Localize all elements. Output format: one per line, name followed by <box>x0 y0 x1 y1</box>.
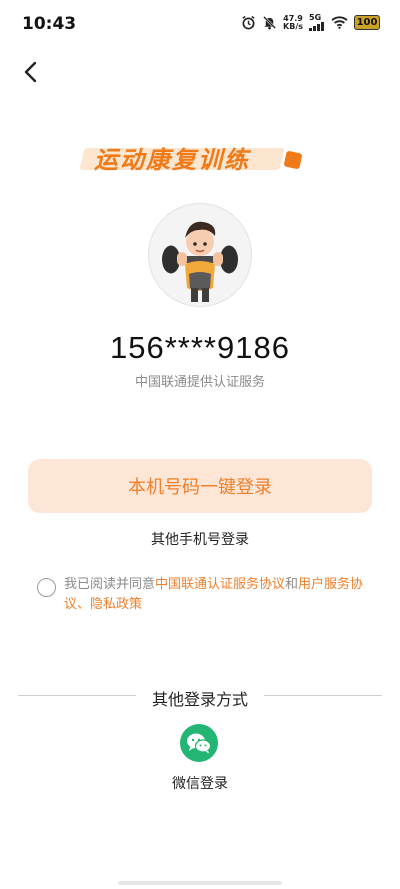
agreement-text: 我已阅读并同意中国联通认证服务协议和用户服务协议、隐私政策 <box>64 575 374 615</box>
other-login-title: 其他登录方式 <box>151 690 248 709</box>
network-speed: 47.9 KB/s <box>283 14 303 31</box>
banner-square-decoration <box>283 150 303 170</box>
cell-signal: 5G <box>309 14 325 31</box>
signal-bars-icon <box>309 22 324 31</box>
status-icons: 47.9 KB/s 5G 100 <box>241 14 380 31</box>
wechat-login-label: 微信登录 <box>172 776 228 792</box>
agreement-and: 和 <box>285 577 299 592</box>
other-phone-login-link[interactable]: 其他手机号登录 <box>0 529 400 549</box>
agreement-separator: 、 <box>77 597 91 612</box>
agreement-checkbox[interactable] <box>37 578 56 597</box>
app-banner: 运动康复训练 <box>70 130 330 190</box>
privacy-policy-link[interactable]: 隐私政策 <box>90 597 142 612</box>
weightlifter-illustration <box>162 221 238 302</box>
wechat-login-button[interactable] <box>180 724 218 762</box>
unicom-agreement-link[interactable]: 中国联通认证服务协议 <box>155 577 285 592</box>
network-type-label: 5G <box>309 13 322 22</box>
wechat-icon <box>187 733 212 754</box>
wifi-icon <box>331 16 348 29</box>
home-indicator[interactable] <box>118 881 282 885</box>
mute-bell-icon <box>263 16 277 30</box>
agreement-prefix: 我已阅读并同意 <box>64 577 156 592</box>
avatar <box>148 203 252 307</box>
status-time: 10:43 <box>22 14 77 34</box>
back-button[interactable] <box>18 58 46 86</box>
alarm-icon <box>242 15 255 30</box>
auth-provider-note: 中国联通提供认证服务 <box>134 375 265 390</box>
banner-title: 运动康复训练 <box>94 146 250 174</box>
masked-phone-number: 156****9186 <box>110 330 290 365</box>
status-bar: 10:43 47.9 KB/s 5G 100 <box>0 0 400 48</box>
one-click-login-button[interactable]: 本机号码一键登录 <box>28 459 372 513</box>
network-speed-unit: KB/s <box>283 21 303 31</box>
battery-indicator: 100 <box>354 15 380 30</box>
chevron-left-icon <box>24 61 37 83</box>
